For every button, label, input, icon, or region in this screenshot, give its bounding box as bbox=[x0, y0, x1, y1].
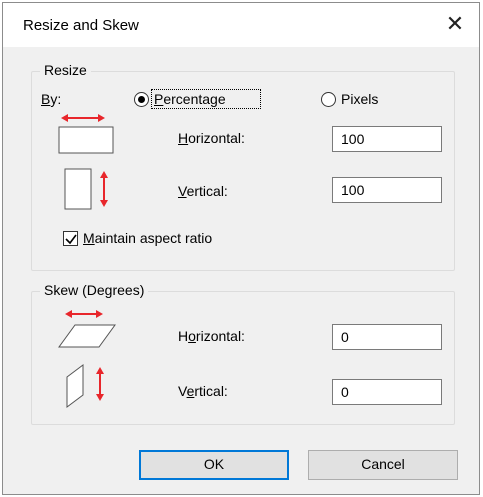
pixels-radio[interactable] bbox=[321, 92, 336, 107]
skew-group-label: Skew (Degrees) bbox=[40, 282, 149, 298]
pixels-label[interactable]: Pixels bbox=[341, 91, 378, 107]
window-title: Resize and Skew bbox=[23, 17, 139, 34]
close-button[interactable]: ✕ bbox=[441, 11, 469, 39]
resize-horizontal-input[interactable]: 100 bbox=[332, 126, 442, 152]
radio-selected-dot bbox=[138, 96, 145, 103]
resize-skew-dialog: Resize and Skew ✕ Resize By: Percentage … bbox=[2, 2, 480, 495]
skew-horizontal-label: Horizontal: bbox=[178, 328, 245, 344]
skew-vertical-label: Vertical: bbox=[178, 383, 228, 399]
percentage-radio[interactable] bbox=[134, 92, 149, 107]
check-icon bbox=[65, 234, 77, 245]
resize-vertical-input[interactable]: 100 bbox=[332, 177, 442, 203]
horizontal-skew-icon bbox=[58, 310, 116, 348]
vertical-resize-icon bbox=[64, 168, 108, 210]
skew-horizontal-input[interactable]: 0 bbox=[332, 324, 442, 350]
by-label: By: bbox=[41, 91, 62, 107]
skew-vertical-input[interactable]: 0 bbox=[332, 379, 442, 405]
cancel-button[interactable]: Cancel bbox=[308, 450, 458, 480]
ok-button[interactable]: OK bbox=[139, 450, 289, 480]
horizontal-resize-icon bbox=[58, 114, 114, 154]
title-bar: Resize and Skew ✕ bbox=[3, 3, 479, 47]
percentage-label[interactable]: Percentage bbox=[154, 91, 226, 107]
resize-vertical-label: Vertical: bbox=[178, 183, 228, 199]
resize-horizontal-label: Horizontal: bbox=[178, 130, 245, 146]
vertical-skew-icon bbox=[66, 364, 104, 408]
maintain-aspect-checkbox[interactable] bbox=[63, 231, 78, 246]
maintain-aspect-label[interactable]: Maintain aspect ratio bbox=[83, 230, 212, 246]
resize-group-label: Resize bbox=[40, 62, 91, 78]
